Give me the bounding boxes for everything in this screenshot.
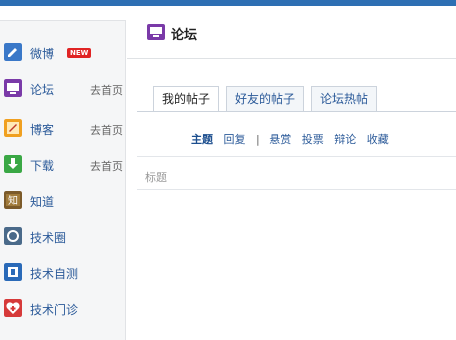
filter-favorite[interactable]: 收藏 — [367, 133, 389, 146]
sidebar-item-label: 下载 — [30, 159, 55, 173]
tech-circle-icon — [4, 227, 22, 245]
sidebar-item-weibo[interactable]: 微博 NEW — [0, 39, 126, 67]
tab-friends-posts[interactable]: 好友的帖子 — [226, 86, 305, 111]
column-header-title: 标题 — [145, 171, 167, 184]
self-test-icon — [4, 263, 22, 281]
new-badge: NEW — [67, 48, 92, 58]
zhidao-icon: 知 — [4, 191, 22, 209]
main-content: 论坛 我的帖子 好友的帖子 论坛热帖 主题 回复 | 悬赏 投票 辩论 收藏 标… — [127, 6, 456, 321]
sidebar-item-label: 技术自测 — [30, 267, 79, 281]
sidebar: 微博 NEW 论坛 去首页 博客 去首页 下载 去首页 知 知道 技术圈 技术自… — [0, 20, 126, 340]
go-home-link-blog[interactable]: 去首页 — [90, 122, 123, 138]
sidebar-item-label: 论坛 — [30, 83, 55, 97]
clinic-icon — [4, 299, 22, 317]
filter-debate[interactable]: 辩论 — [334, 133, 356, 146]
svg-text:知: 知 — [8, 194, 18, 207]
sidebar-item-self-test[interactable]: 技术自测 — [0, 259, 126, 287]
sidebar-item-zhidao[interactable]: 知 知道 — [0, 187, 126, 215]
filter-reply[interactable]: 回复 — [224, 133, 246, 146]
forum-icon — [4, 79, 22, 97]
weibo-icon — [4, 43, 22, 61]
page-title: 论坛 — [171, 28, 198, 43]
sidebar-item-forum[interactable]: 论坛 去首页 — [0, 75, 126, 103]
divider — [127, 58, 456, 59]
sidebar-item-label: 微博 — [30, 47, 55, 61]
sidebar-item-label: 博客 — [30, 123, 55, 137]
filter-vote[interactable]: 投票 — [302, 133, 324, 146]
sidebar-item-label: 知道 — [30, 195, 55, 209]
sidebar-item-blog[interactable]: 博客 去首页 — [0, 115, 126, 143]
sidebar-item-label: 技术门诊 — [30, 303, 79, 317]
sidebar-item-download[interactable]: 下载 去首页 — [0, 151, 126, 179]
filter-separator: | — [256, 133, 260, 146]
sidebar-item-tech-circle[interactable]: 技术圈 — [0, 223, 126, 251]
go-home-link-forum[interactable]: 去首页 — [90, 82, 123, 98]
divider — [137, 156, 456, 157]
post-filter-bar: 主题 回复 | 悬赏 投票 辩论 收藏 — [191, 131, 396, 147]
sidebar-item-clinic[interactable]: 技术门诊 — [0, 295, 126, 323]
tab-my-posts[interactable]: 我的帖子 — [153, 86, 220, 112]
go-home-link-download[interactable]: 去首页 — [90, 158, 123, 174]
sidebar-item-label: 技术圈 — [30, 231, 67, 245]
filter-bounty[interactable]: 悬赏 — [269, 133, 291, 146]
divider — [137, 189, 456, 190]
tab-hot-posts[interactable]: 论坛热帖 — [311, 86, 378, 111]
download-icon — [4, 155, 22, 173]
tabs-baseline — [137, 111, 456, 112]
blog-icon — [4, 119, 22, 137]
filter-topic[interactable]: 主题 — [191, 133, 213, 146]
forum-icon — [147, 24, 165, 40]
